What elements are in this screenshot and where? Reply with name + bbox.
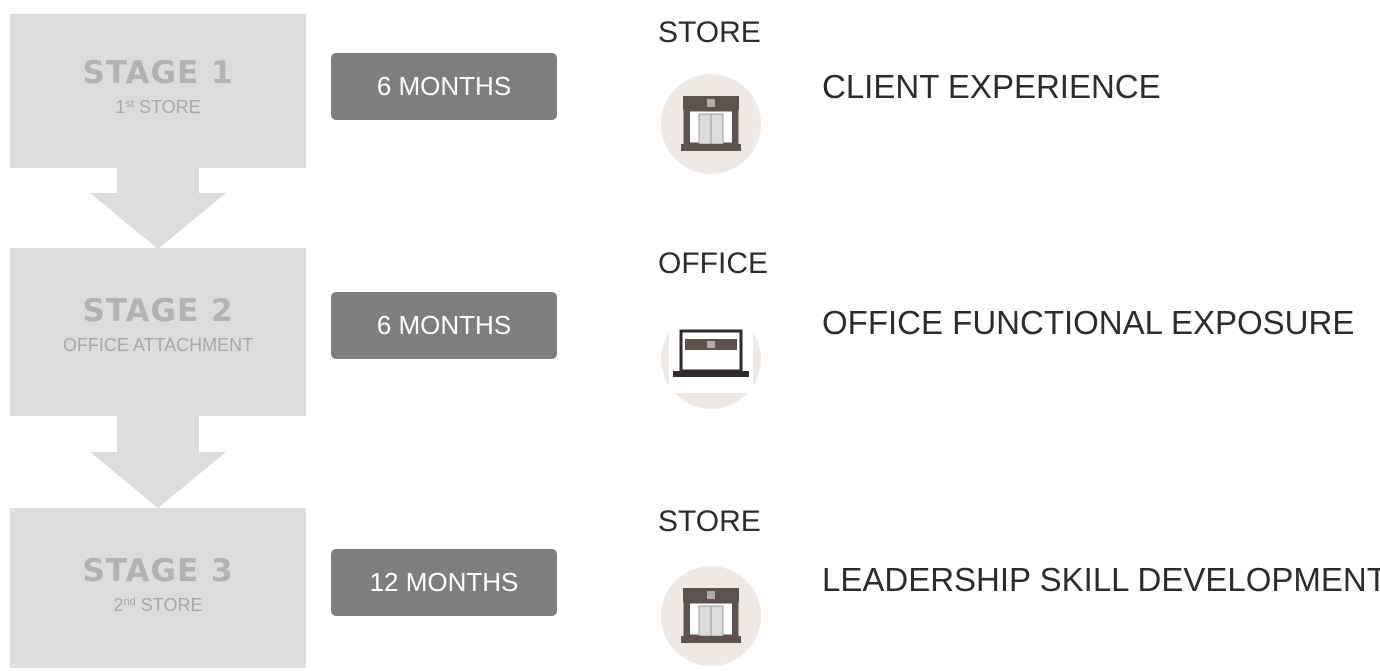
stage-2-box: STAGE 2 OFFICE ATTACHMENT [10, 248, 306, 416]
store-icon [661, 566, 761, 666]
store-icon [661, 74, 761, 174]
down-arrow-2 [90, 416, 226, 508]
stage-1-focus: CLIENT EXPERIENCE [822, 68, 1161, 105]
stage-2-duration-badge: 6 MONTHS [331, 292, 557, 359]
stage-3-subtitle: 2nd STORE [113, 595, 203, 615]
stage-3-title: STAGE 3 [82, 553, 234, 589]
stage-2-location-label: OFFICE [658, 247, 768, 280]
stage-2-title: STAGE 2 [82, 293, 234, 329]
stage-1-location-label: STORE [658, 16, 761, 49]
down-arrow-1 [90, 168, 226, 248]
stage-2-focus: OFFICE FUNCTIONAL EXPOSURE [822, 304, 1355, 341]
stage-3-duration-badge: 12 MONTHS [331, 549, 557, 616]
stage-3-location-label: STORE [658, 505, 761, 538]
stage-3-box: STAGE 3 2nd STORE [10, 508, 306, 668]
stage-1-subtitle: 1st STORE [115, 97, 201, 117]
stage-2-subtitle: OFFICE ATTACHMENT [62, 335, 254, 355]
stage-3-focus: LEADERSHIP SKILL DEVELOPMENT [822, 561, 1380, 598]
stage-1-title: STAGE 1 [82, 55, 234, 91]
stage-1-duration-badge: 6 MONTHS [331, 53, 557, 120]
laptop-icon [661, 309, 761, 409]
stage-1-box: STAGE 1 1st STORE [10, 14, 306, 168]
